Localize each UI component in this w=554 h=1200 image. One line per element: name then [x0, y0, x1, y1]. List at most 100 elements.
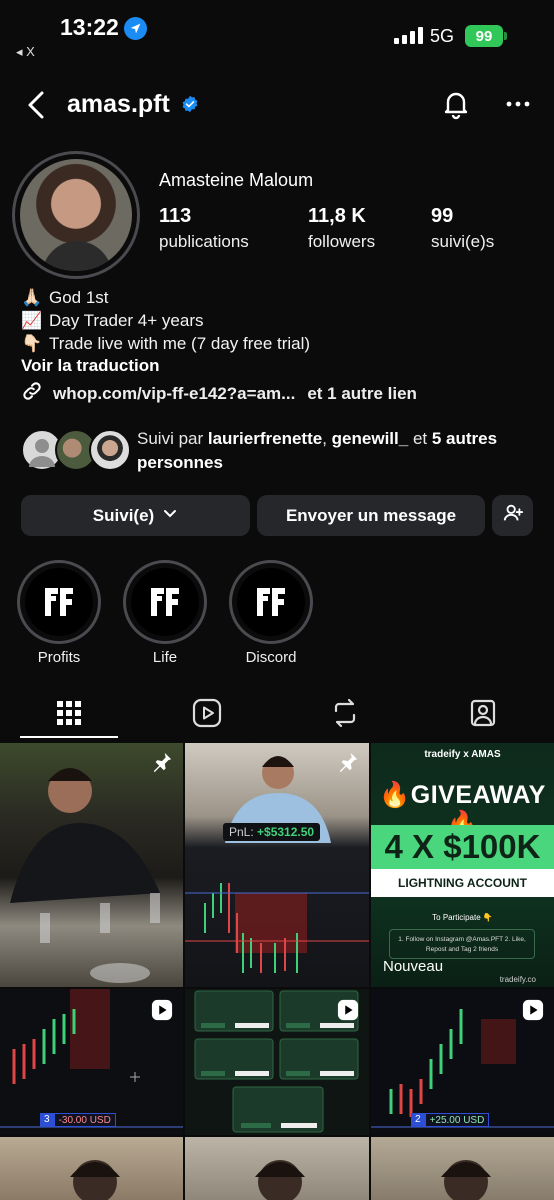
- full-name: Amasteine Maloum: [159, 170, 314, 190]
- message-label: Envoyer un message: [285, 505, 457, 525]
- stat-label: followers: [308, 232, 376, 251]
- post-thumbnail[interactable]: [185, 1137, 369, 1200]
- more-options-icon[interactable]: [504, 90, 532, 118]
- trade-count: 3: [40, 1113, 54, 1127]
- others-count[interactable]: 5 autres: [432, 429, 497, 448]
- profile-avatar[interactable]: [12, 151, 140, 279]
- reposts-icon: [330, 698, 360, 733]
- stat-following[interactable]: 99 suivi(e)s: [431, 205, 494, 252]
- cellular-signal-icon: [394, 27, 423, 44]
- separator: ,: [322, 429, 327, 448]
- others-suffix[interactable]: personnes: [137, 453, 223, 472]
- post-thumbnail[interactable]: [185, 989, 369, 1135]
- battery-icon: 99: [465, 25, 507, 47]
- trade-count: 2: [411, 1113, 425, 1127]
- follower-avatar: [89, 429, 131, 471]
- post-thumbnail-giveaway[interactable]: tradeify x AMAS 🔥GIVEAWAY🔥 4 X $100K LIG…: [371, 743, 554, 987]
- tagged-icon: [468, 698, 498, 733]
- link-icon: [21, 380, 43, 407]
- tab-reposts[interactable]: [276, 690, 414, 740]
- grid-icon: [56, 700, 82, 731]
- pinned-icon: [151, 751, 173, 773]
- stat-publications[interactable]: 113 publications: [159, 205, 249, 252]
- highlight-profits[interactable]: Profits: [17, 560, 101, 666]
- highlight-life[interactable]: Life: [123, 560, 207, 666]
- see-translation-link[interactable]: Voir la traduction: [21, 356, 160, 376]
- post-image: [441, 1160, 491, 1200]
- status-bar: 13:22 ◂ X 5G 99: [0, 0, 554, 70]
- network-type: 5G: [430, 26, 455, 46]
- location-arrow-icon: [124, 17, 147, 40]
- avatar-photo: [20, 159, 132, 271]
- message-button[interactable]: Envoyer un message: [257, 495, 485, 536]
- post-image: [255, 1160, 305, 1200]
- pnl-value: +$5312.50: [257, 825, 315, 839]
- follower-name[interactable]: laurierfrenette: [208, 429, 322, 448]
- bio: 🙏🏻 God 1st 📈 Day Trader 4+ years 👇🏻 Trade l…: [21, 286, 310, 355]
- pf-logo-icon: [237, 568, 305, 636]
- giveaway-amount: 4 X $100K: [371, 825, 554, 869]
- giveaway-steps: 1. Follow on Instagram @Amas.PFT 2. Like…: [389, 929, 535, 959]
- highlight-label: Life: [152, 649, 178, 666]
- bio-line: God 1st: [49, 288, 109, 307]
- post-thumbnail[interactable]: PnL: +$5312.50: [185, 743, 369, 987]
- stat-number: 113: [159, 205, 192, 227]
- followed-by-text: Suivi par laurierfrenette, genewill_ et …: [137, 427, 547, 475]
- reels-icon: [192, 698, 222, 733]
- reel-icon: [522, 999, 544, 1021]
- stat-number: 99: [431, 205, 454, 227]
- giveaway-site: tradeify.co: [499, 975, 536, 984]
- trade-badge: 3 -30.00 USD: [40, 1113, 116, 1127]
- post-image: [70, 1160, 120, 1200]
- post-thumbnail[interactable]: [0, 743, 183, 987]
- post-thumbnail[interactable]: [0, 1137, 183, 1200]
- trade-value: -30.00 USD: [53, 1113, 116, 1127]
- highlight-label: Profits: [37, 649, 81, 666]
- giveaway-subtitle: LIGHTNING ACCOUNT: [371, 869, 554, 897]
- stat-label: publications: [159, 232, 249, 251]
- pnl-label: PnL: +$5312.50: [223, 823, 321, 841]
- tab-reels[interactable]: [138, 690, 276, 740]
- giveaway-brands: tradeify x AMAS: [424, 749, 501, 760]
- posts-grid: PnL: +$5312.50 tradeify x AMAS 🔥GIVEAWAY…: [0, 743, 554, 1200]
- stat-number: 11,8 K: [308, 205, 366, 227]
- tab-grid[interactable]: [0, 690, 138, 740]
- post-thumbnail[interactable]: [371, 1137, 554, 1200]
- profile-header: amas.pft: [0, 80, 554, 130]
- reel-icon: [151, 999, 173, 1021]
- followed-by[interactable]: Suivi par laurierfrenette, genewill_ et …: [21, 427, 541, 475]
- add-person-icon: [502, 502, 524, 529]
- highlight-discord[interactable]: Discord: [229, 560, 313, 666]
- bio-line: Day Trader 4+ years: [49, 311, 204, 330]
- bio-link-row[interactable]: whop.com/vip-ff-e142?a=am... et 1 autre …: [21, 380, 417, 407]
- back-to-app[interactable]: ◂ X: [16, 44, 35, 60]
- pnl-prefix: PnL:: [229, 825, 254, 839]
- bio-link[interactable]: whop.com/vip-ff-e142?a=am...: [53, 384, 295, 404]
- trade-badge: 2 +25.00 USD: [411, 1113, 490, 1127]
- new-badge: Nouveau: [383, 958, 444, 975]
- back-arrow-icon[interactable]: [24, 90, 50, 120]
- more-links[interactable]: et 1 autre lien: [307, 384, 417, 404]
- pinned-icon: [337, 751, 359, 773]
- connector: et: [412, 429, 428, 448]
- post-image: [185, 756, 369, 973]
- suggest-people-button[interactable]: [492, 495, 533, 536]
- username: amas.pft: [67, 90, 170, 118]
- bio-line: Trade live with me (7 day free trial): [49, 334, 311, 353]
- follower-name[interactable]: genewill_: [332, 429, 409, 448]
- chevron-down-icon: [162, 505, 178, 526]
- following-button[interactable]: Suivi(e): [21, 495, 250, 536]
- following-label: Suivi(e): [92, 505, 155, 525]
- active-tab-indicator: [20, 736, 118, 738]
- highlight-label: Discord: [245, 649, 297, 666]
- praying-hands-emoji: 🙏🏻: [21, 288, 43, 307]
- tab-tagged[interactable]: [414, 690, 552, 740]
- stat-followers[interactable]: 11,8 K followers: [308, 205, 375, 252]
- notification-bell-icon[interactable]: [440, 88, 472, 120]
- post-image: [10, 768, 160, 983]
- verified-badge-icon: [181, 95, 199, 113]
- pf-logo-icon: [131, 568, 199, 636]
- post-thumbnail[interactable]: 3 -30.00 USD: [0, 989, 183, 1135]
- chart-emoji: 📈: [21, 311, 43, 330]
- post-thumbnail[interactable]: 2 +25.00 USD: [371, 989, 554, 1135]
